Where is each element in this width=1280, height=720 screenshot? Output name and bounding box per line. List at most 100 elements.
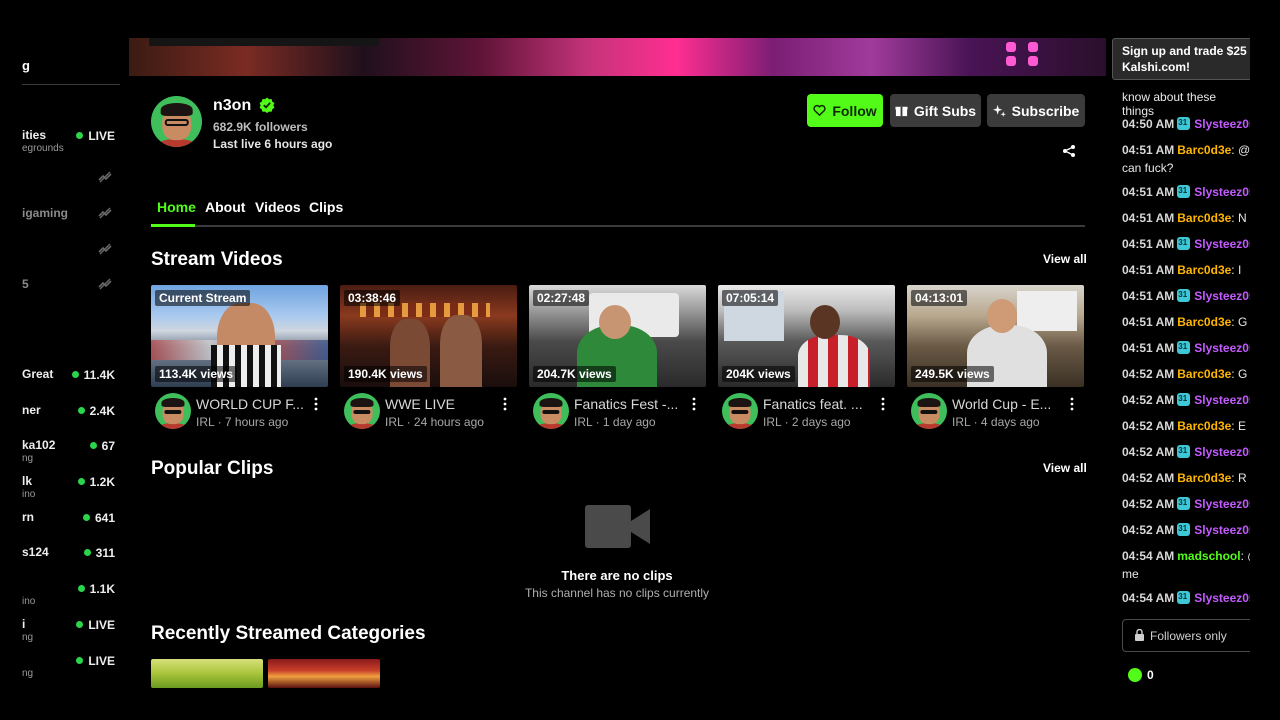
gift-subs-button[interactable]: Gift Subs [890,94,981,127]
chat-username[interactable]: Slysteez05 [1194,393,1250,407]
sidebar-channel[interactable]: lk ino 1.2K [22,474,118,506]
video-card[interactable]: Current Stream 113.4K views WORLD CUP F.… [151,285,328,435]
empty-clips-title: There are no clips [561,568,673,583]
chat-username[interactable]: Slysteez05 [1194,591,1250,605]
video-title[interactable]: World Cup - E... [952,396,1072,412]
chat-username[interactable]: Barc0d3e [1177,367,1231,381]
subscriber-badge-icon [1177,442,1191,460]
chat-username[interactable]: Slysteez05 [1194,341,1250,355]
chat-username[interactable]: Barc0d3e [1177,143,1231,157]
sidebar-channel[interactable]: 5 [22,277,118,309]
chat-username[interactable]: Barc0d3e [1177,263,1231,277]
channel-avatar-small[interactable] [722,393,758,429]
video-title[interactable]: Fanatics Fest -... [574,396,694,412]
offline-icon [98,278,112,290]
live-dot-icon [76,657,84,664]
more-options-icon[interactable] [692,397,696,411]
sidebar-channel[interactable]: igaming [22,206,118,238]
category-card[interactable] [151,659,263,688]
chat-username[interactable]: Barc0d3e [1177,315,1231,329]
sidebar-channel[interactable] [22,242,118,274]
tab-home[interactable]: Home [157,199,196,215]
chat-username[interactable]: Slysteez05 [1194,445,1250,459]
more-options-icon[interactable] [1070,397,1074,411]
more-options-icon[interactable] [314,397,318,411]
sidebar-channel[interactable]: ities egrounds LIVE [22,128,118,160]
chat-message: 04:51 AMSlysteez05: [1122,234,1250,253]
sidebar-live-status: LIVE [76,129,115,143]
chat-username[interactable]: Barc0d3e [1177,471,1231,485]
channel-avatar-small[interactable] [533,393,569,429]
sidebar-channel[interactable]: i ng LIVE [22,617,118,649]
video-meta: IRL · 2 days ago [763,415,851,429]
subscriber-badge-icon [1177,494,1191,512]
share-icon[interactable] [1062,144,1076,158]
chat-panel: Sign up and trade $25 w on Kalshi.com! k… [1112,38,1250,700]
stream-videos-view-all-link[interactable]: View all [1043,252,1087,266]
channel-avatar-small[interactable] [344,393,380,429]
chat-username[interactable]: Barc0d3e [1177,211,1231,225]
more-options-icon[interactable] [503,397,507,411]
follow-label: Follow [832,102,877,119]
banner-strip [149,38,379,46]
chat-username[interactable]: Slysteez05 [1194,117,1250,131]
chat-message: 04:51 AM Barc0d3e: G [1122,313,1250,331]
sidebar-channel[interactable] [22,170,118,202]
chat-message: 04:52 AM Barc0d3e: G [1122,365,1250,383]
chat-username[interactable]: Slysteez05 [1194,289,1250,303]
video-title[interactable]: WWE LIVE [385,396,505,412]
chat-username[interactable]: Slysteez05 [1194,185,1250,199]
sidebar-channel-category: ng [22,668,34,679]
sidebar-channel[interactable]: ng LIVE [22,653,118,685]
chat-message: 04:52 AM Slysteez05 [1122,442,1250,461]
section-title-stream-videos: Stream Videos [151,249,283,270]
video-thumbnail[interactable]: Current Stream 113.4K views [151,285,328,387]
chat-timestamp: 04:51 AM [1122,143,1175,157]
video-duration: 02:27:48 [533,290,590,306]
category-card[interactable] [268,659,380,688]
chat-message-text: : E [1231,419,1246,433]
follow-button[interactable]: Follow [807,94,883,127]
video-card[interactable]: 02:27:48 204.7K views Fanatics Fest -...… [529,285,706,435]
chat-timestamp: 04:51 AM [1122,263,1175,277]
chat-username[interactable]: madschool [1177,549,1240,563]
tab-videos[interactable]: Videos [255,199,301,215]
chat-message: 04:51 AMSlysteez05: [1122,338,1250,357]
video-card[interactable]: 03:38:46 190.4K views WWE LIVE IRL · 24 … [340,285,517,435]
sidebar-channel[interactable]: ner 2.4K [22,403,118,435]
chat-input-followers-only[interactable]: Followers only [1122,619,1250,652]
tab-clips[interactable]: Clips [309,199,343,215]
video-card[interactable]: 07:05:14 204K views Fanatics feat. ... I… [718,285,895,435]
channel-avatar-small[interactable] [155,393,191,429]
video-thumbnail[interactable]: 02:27:48 204.7K views [529,285,706,387]
subscribe-label: Subscribe [1011,102,1080,119]
subscriber-badge-icon [1177,182,1191,200]
view-count: 249.5K views [911,366,994,382]
video-thumbnail[interactable]: 03:38:46 190.4K views [340,285,517,387]
active-tab-indicator [151,224,195,227]
video-title[interactable]: WORLD CUP F... [196,396,316,412]
channel-avatar[interactable] [151,96,202,147]
channel-avatar-small[interactable] [911,393,947,429]
more-options-icon[interactable] [881,397,885,411]
video-thumbnail[interactable]: 07:05:14 204K views [718,285,895,387]
chat-username[interactable]: Slysteez05 [1194,497,1250,511]
video-thumbnail[interactable]: 04:13:01 249.5K views [907,285,1084,387]
gift-icon [895,106,908,117]
video-card[interactable]: 04:13:01 249.5K views World Cup - E... I… [907,285,1084,435]
verified-badge-icon [259,97,275,113]
video-title[interactable]: Fanatics feat. ... [763,396,883,412]
chat-username[interactable]: Barc0d3e [1177,419,1231,433]
subscriber-badge-icon [1177,286,1191,304]
sidebar-channel[interactable]: rn 641 [22,510,118,542]
popular-clips-view-all-link[interactable]: View all [1043,461,1087,475]
sidebar-channel[interactable]: Great 11.4K [22,367,118,399]
chat-message: 04:54 AMmadschool: @ me [1122,547,1250,583]
chat-username[interactable]: Slysteez05 [1194,237,1250,251]
subscribe-button[interactable]: Subscribe [987,94,1085,127]
chat-username[interactable]: Slysteez05 [1194,523,1250,537]
sidebar-channel[interactable]: ka102 ng 67 [22,438,118,470]
video-meta: IRL · 1 day ago [574,415,656,429]
promo-banner[interactable]: Sign up and trade $25 w on Kalshi.com! [1112,38,1250,80]
tab-about[interactable]: About [205,199,245,215]
